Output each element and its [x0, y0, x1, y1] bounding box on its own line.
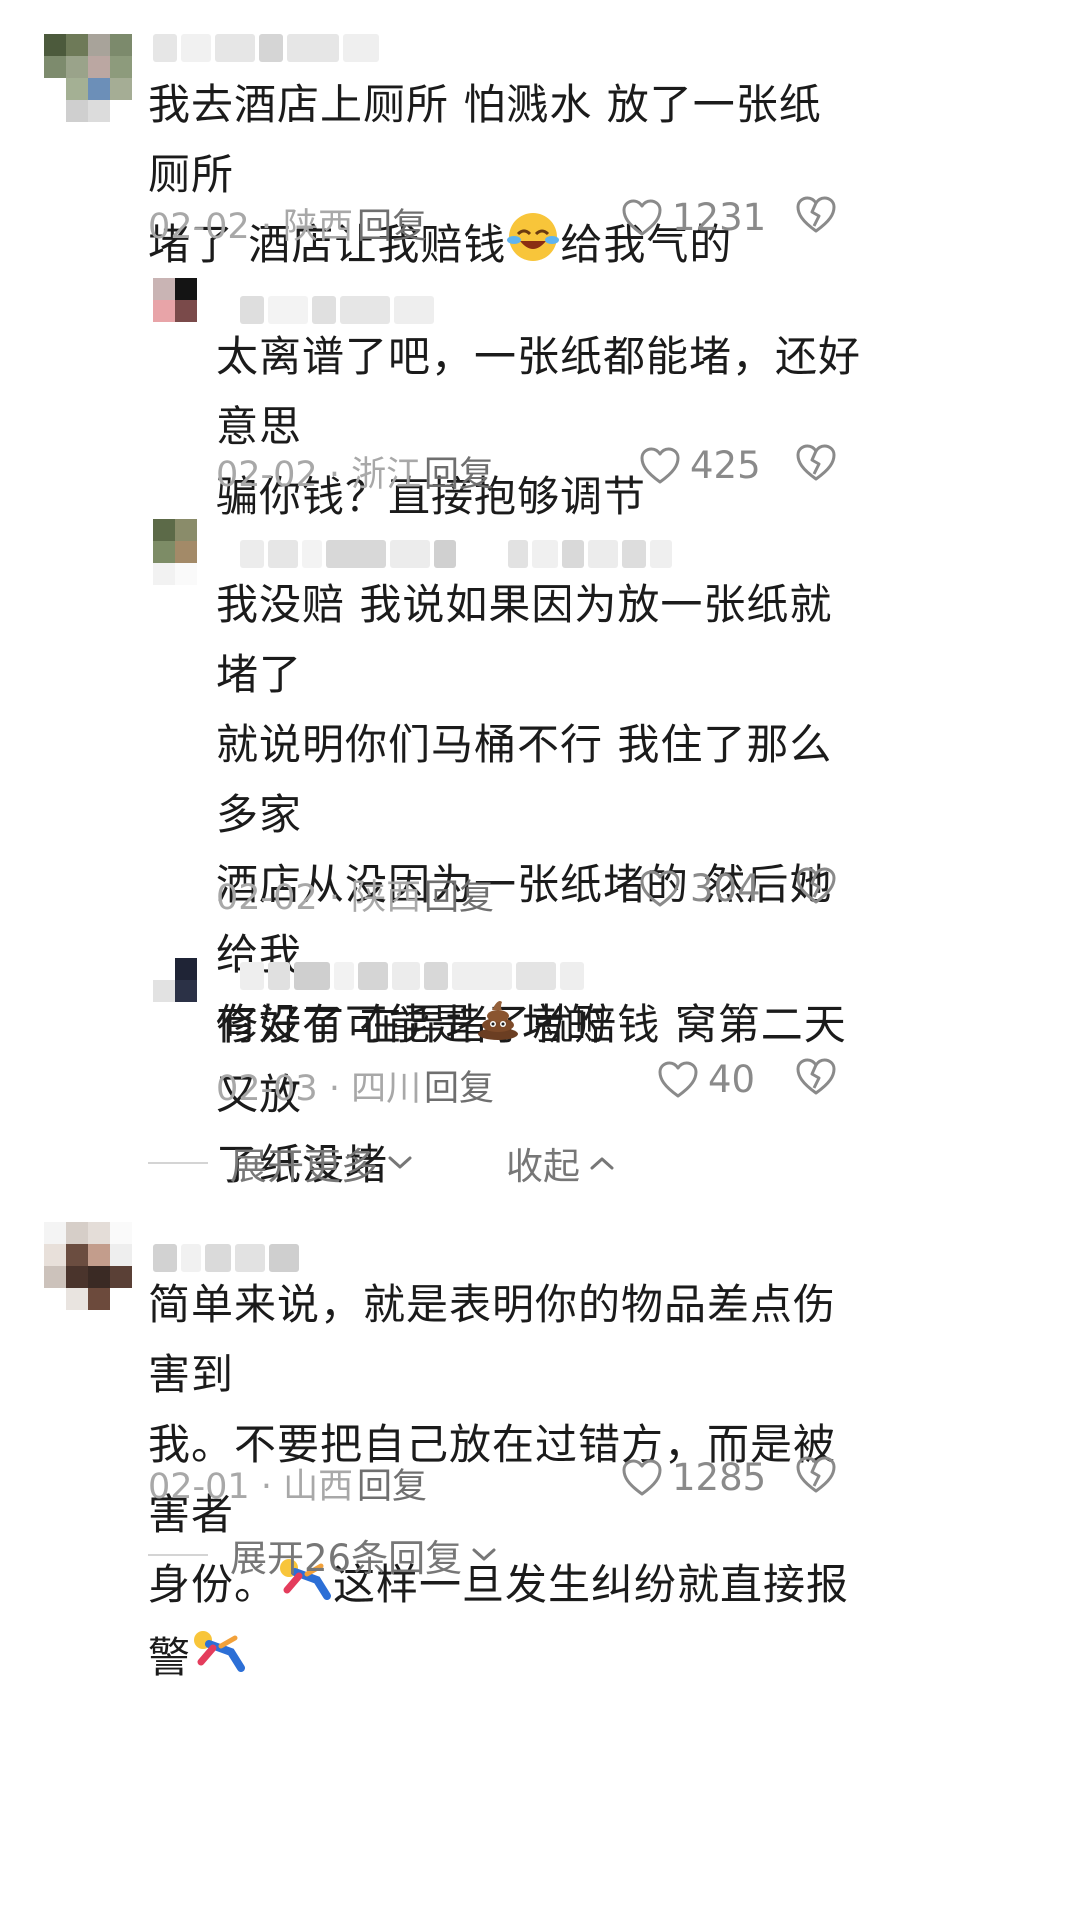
heart-icon	[658, 1061, 698, 1097]
chevron-up-icon	[590, 1157, 614, 1170]
like-button[interactable]: 40	[658, 1058, 755, 1101]
dislike-button[interactable]	[796, 867, 836, 909]
like-count: 425	[690, 444, 761, 487]
like-count: 40	[708, 1058, 756, 1101]
reply-button[interactable]: 回复	[424, 869, 494, 920]
heart-icon	[640, 870, 680, 906]
chevron-down-icon	[388, 1156, 412, 1169]
username-blurred-2	[508, 540, 672, 568]
heart-icon	[622, 199, 662, 235]
divider-line	[148, 1162, 208, 1164]
username-blurred[interactable]	[153, 1244, 299, 1272]
divider-line	[148, 1554, 208, 1556]
expand-replies-label: 展开26条回复	[230, 1537, 463, 1580]
reply-button[interactable]: 回复	[357, 198, 427, 249]
broken-heart-icon	[796, 1456, 836, 1493]
username-blurred[interactable]	[153, 34, 379, 62]
username-blurred[interactable]	[240, 540, 456, 568]
reply-button[interactable]: 回复	[424, 1060, 494, 1111]
dislike-button[interactable]	[796, 444, 836, 486]
like-button[interactable]: 1231	[622, 196, 766, 239]
person-falling-emoji-icon-2	[191, 1625, 247, 1695]
comment-date-location: 02-02 · 浙江	[216, 455, 422, 495]
chevron-down-icon	[472, 1548, 496, 1561]
avatar[interactable]	[44, 1222, 132, 1310]
expand-more-label: 展开更多	[230, 1145, 378, 1188]
comment-date-location: 02-03 · 四川	[216, 1069, 422, 1109]
like-button[interactable]: 425	[640, 444, 761, 487]
reply-button[interactable]: 回复	[424, 446, 494, 497]
like-button[interactable]: 1285	[622, 1456, 766, 1499]
avatar[interactable]	[153, 278, 197, 322]
comment-date-location: 02-02 · 陕西	[216, 878, 422, 918]
avatar[interactable]	[44, 34, 132, 122]
broken-heart-icon	[796, 867, 836, 904]
laughing-crying-emoji-icon	[506, 210, 560, 285]
collapse-label: 收起	[506, 1145, 580, 1188]
heart-icon	[640, 447, 680, 483]
comment-date-location: 02-01 · 山西	[148, 1467, 354, 1507]
broken-heart-icon	[796, 444, 836, 481]
comment-text: 有没有可能是 堵的	[216, 990, 866, 1063]
like-button[interactable]: 304	[640, 867, 761, 910]
expand-replies-row: 展开26条回复	[148, 1528, 498, 1582]
replies-controls: 展开更多 收起	[148, 1136, 616, 1190]
avatar[interactable]	[153, 958, 197, 1002]
poop-emoji-icon	[474, 993, 522, 1063]
comment-date-location: 02-02 · 陕西	[148, 207, 354, 247]
dislike-button[interactable]	[796, 1456, 836, 1498]
username-blurred[interactable]	[240, 296, 434, 324]
avatar[interactable]	[153, 519, 197, 585]
dislike-button[interactable]	[796, 1058, 836, 1100]
like-count: 1285	[672, 1456, 767, 1499]
reply-button[interactable]: 回复	[357, 1458, 427, 1509]
comment-text: 太离谱了吧，一张纸都能堵，还好意思 骗你钱？直接抱够调节	[216, 332, 862, 521]
collapse-button[interactable]: 收起	[506, 1136, 616, 1190]
like-count: 1231	[672, 196, 767, 239]
broken-heart-icon	[796, 196, 836, 233]
comment-text: 我去酒店上厕所 怕溅水 放了一张纸 厕所 堵了 酒店让我赔钱 给我气的	[148, 70, 868, 285]
username-blurred[interactable]	[240, 962, 584, 990]
expand-replies-button[interactable]: 展开26条回复	[230, 1528, 498, 1582]
broken-heart-icon	[796, 1058, 836, 1095]
heart-icon	[622, 1459, 662, 1495]
like-count: 304	[690, 867, 761, 910]
dislike-button[interactable]	[796, 196, 836, 238]
expand-more-button[interactable]: 展开更多	[230, 1136, 414, 1190]
